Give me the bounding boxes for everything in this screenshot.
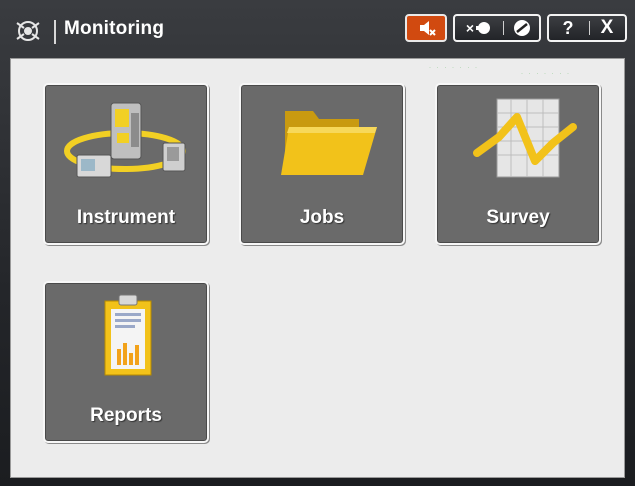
- survey-tile[interactable]: Survey: [435, 83, 601, 245]
- tile-label: Survey: [486, 207, 550, 228]
- tile-label: Instrument: [76, 207, 176, 228]
- decorative-dots: · · · · · · ·: [429, 65, 479, 71]
- app-logo-icon[interactable]: [14, 17, 42, 45]
- no-entry-icon: [514, 20, 530, 36]
- window-title: Monitoring: [64, 18, 165, 39]
- survey-graph-icon: [473, 98, 577, 178]
- sound-toggle-button[interactable]: [405, 14, 447, 42]
- backlight-button[interactable]: ×: [459, 16, 499, 40]
- title-bar: Monitoring × ? X: [0, 0, 635, 58]
- close-button[interactable]: X: [593, 16, 621, 40]
- app-window: Monitoring × ? X · · · · · · · · · · · ·…: [0, 0, 635, 486]
- instrument-tile[interactable]: Instrument: [43, 83, 209, 245]
- report-clipboard-icon: [104, 294, 152, 376]
- sound-muted-icon: [420, 21, 436, 36]
- reports-tile[interactable]: Reports: [43, 281, 209, 443]
- backlight-prefix: ×: [465, 20, 475, 36]
- help-close-controls: ? X: [547, 14, 627, 42]
- button-divider: [503, 21, 504, 35]
- tile-label: Reports: [90, 405, 162, 426]
- decorative-dots: · · · · · · ·: [521, 71, 571, 77]
- folder-icon: [281, 111, 377, 175]
- lightbulb-icon: [476, 22, 491, 34]
- help-button[interactable]: ?: [553, 16, 583, 40]
- tile-label: Jobs: [299, 207, 345, 228]
- total-station-icon: [64, 102, 186, 178]
- jobs-tile[interactable]: Jobs: [239, 83, 405, 245]
- display-controls: ×: [453, 14, 541, 42]
- no-entry-button[interactable]: [507, 16, 537, 40]
- title-separator: [54, 20, 56, 44]
- button-divider: [589, 21, 590, 35]
- main-content: · · · · · · · · · · · · · · Instrument J…: [10, 58, 625, 478]
